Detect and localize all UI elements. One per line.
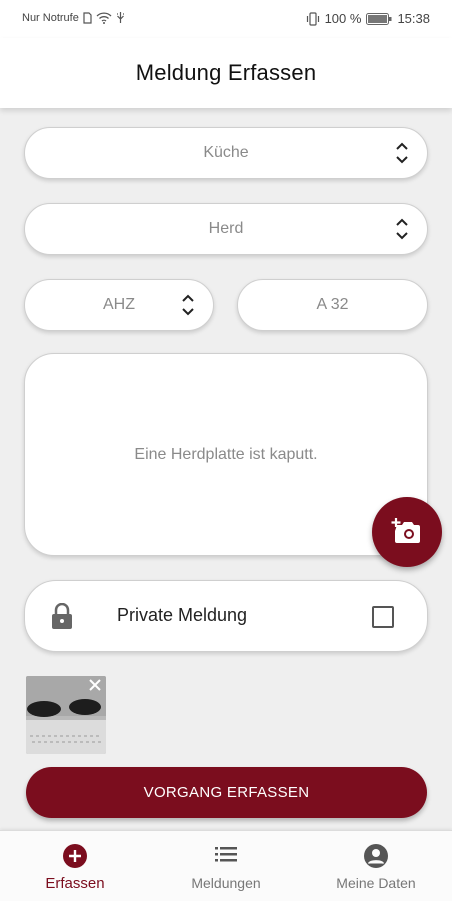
sim-icon	[83, 12, 92, 24]
status-bar: Nur Notrufe 100 % 15:38	[0, 0, 452, 38]
status-right: 100 % 15:38	[306, 11, 430, 26]
page-title: Meldung Erfassen	[135, 60, 317, 85]
nav-item-meldungen[interactable]: Meldungen	[151, 831, 301, 901]
account-circle-icon	[364, 844, 388, 868]
battery-percent: 100 %	[324, 11, 362, 26]
add-photo-icon	[391, 518, 420, 543]
add-photo-button[interactable]	[372, 497, 442, 567]
private-label: Private Meldung	[117, 605, 248, 625]
carrier-text: Nur Notrufe	[22, 12, 79, 24]
wifi-icon	[96, 12, 112, 24]
nav-label: Erfassen	[45, 875, 105, 892]
chevron-up-down-icon	[396, 218, 408, 240]
room-select[interactable]: Küche	[24, 127, 428, 179]
nav-item-meine-daten[interactable]: Meine Daten	[301, 831, 451, 901]
building-select[interactable]: AHZ	[24, 279, 214, 331]
status-left: Nur Notrufe	[22, 12, 125, 24]
nav-label: Meldungen	[191, 875, 261, 891]
object-select[interactable]: Herd	[24, 203, 428, 255]
nav-item-erfassen[interactable]: Erfassen	[0, 831, 150, 901]
photo-thumbnail[interactable]	[26, 676, 106, 754]
app-header: Meldung Erfassen	[0, 38, 452, 108]
description-text: Eine Herdplatte ist kaputt.	[134, 445, 318, 463]
clock: 15:38	[397, 11, 430, 26]
submit-button[interactable]: VORGANG ERFASSEN	[26, 767, 427, 818]
chevron-up-down-icon	[396, 142, 408, 164]
unit-input-value: A 32	[316, 296, 349, 313]
building-select-value: AHZ	[103, 296, 135, 313]
room-select-value: Küche	[203, 144, 249, 161]
remove-photo-icon[interactable]	[88, 678, 102, 692]
description-textarea[interactable]: Eine Herdplatte ist kaputt.	[24, 353, 428, 556]
nav-label: Meine Daten	[336, 875, 416, 891]
list-icon	[215, 847, 237, 862]
private-checkbox[interactable]	[372, 606, 394, 628]
chevron-up-down-icon	[182, 294, 194, 316]
lock-icon	[52, 603, 72, 629]
bottom-navigation: Erfassen Meldungen Meine Daten	[0, 830, 452, 901]
add-circle-icon	[63, 844, 87, 868]
usb-icon	[116, 12, 124, 23]
private-toggle-row[interactable]: Private Meldung	[24, 580, 428, 652]
battery-icon	[366, 12, 392, 25]
object-select-value: Herd	[208, 220, 244, 237]
unit-input[interactable]: A 32	[237, 279, 428, 331]
vibrate-icon	[306, 11, 319, 26]
submit-button-label: VORGANG ERFASSEN	[143, 784, 310, 801]
